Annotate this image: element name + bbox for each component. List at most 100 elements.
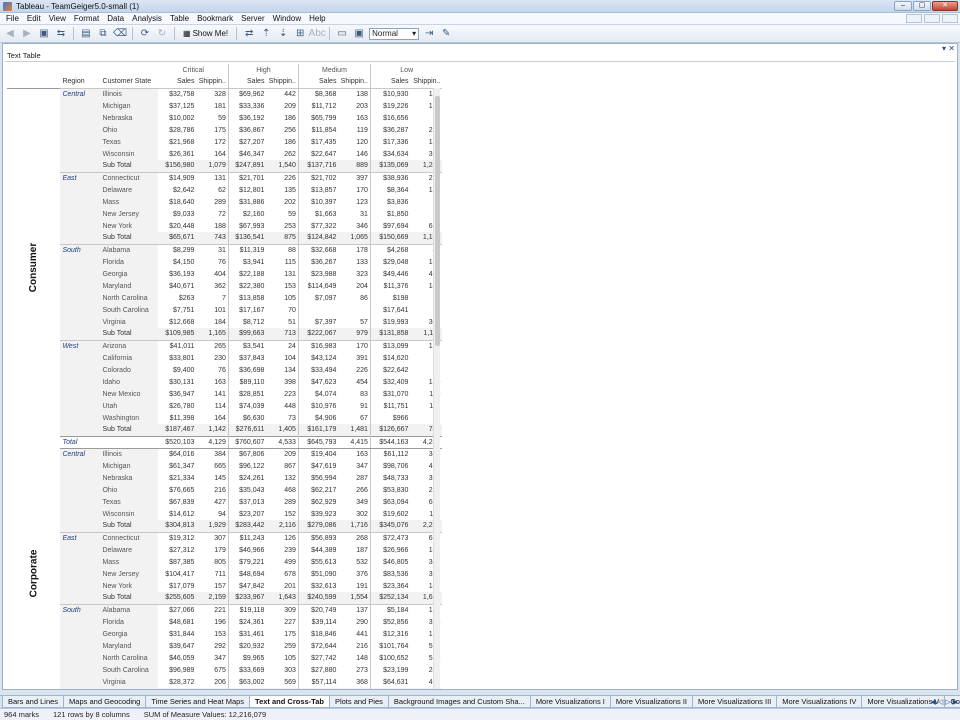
value-cell: 307 bbox=[196, 531, 229, 544]
sales-header: Sales bbox=[297, 76, 339, 88]
subtotal-cell: $156,980 bbox=[158, 160, 197, 172]
show-labels-icon[interactable]: Abc bbox=[309, 27, 326, 41]
vertical-scrollbar[interactable] bbox=[433, 88, 440, 689]
menu-edit[interactable]: Edit bbox=[23, 14, 45, 23]
value-cell: 203 bbox=[356, 102, 368, 110]
connect-data-icon[interactable]: ⇆ bbox=[54, 27, 68, 41]
scrollbar-thumb[interactable] bbox=[435, 96, 440, 346]
subtotal-cell: $65,671 bbox=[158, 232, 197, 244]
save-icon[interactable]: ▣ bbox=[37, 27, 51, 41]
value-cell: $12,668 bbox=[169, 318, 195, 326]
subtotal-cell: $276,611 bbox=[227, 424, 267, 436]
minimize-button[interactable]: – bbox=[894, 1, 912, 11]
automatic-updates-icon[interactable]: ⟳ bbox=[138, 27, 152, 41]
value-cell: $7,397 bbox=[297, 316, 339, 328]
value-cell: $57,114 bbox=[297, 676, 339, 688]
fix-axes-icon[interactable]: ⇥ bbox=[422, 27, 436, 41]
tab-maps-and-geocoding[interactable]: Maps and Geocoding bbox=[63, 696, 147, 708]
pen-icon[interactable]: ✎ bbox=[439, 27, 453, 41]
tab-text-and-cross-tab[interactable]: Text and Cross-Tab bbox=[249, 696, 330, 708]
tab-more-visualizations-3[interactable]: More Visualizations III bbox=[692, 696, 778, 708]
value-cell: $13,857 bbox=[297, 184, 339, 196]
duplicate-sheet-icon[interactable]: ⧉ bbox=[96, 27, 110, 41]
value-cell: 138 bbox=[338, 87, 371, 100]
mdi-restore-button[interactable] bbox=[924, 14, 940, 23]
menu-table[interactable]: Table bbox=[166, 14, 193, 23]
value-cell: $77,322 bbox=[297, 220, 339, 232]
toolbar-separator bbox=[132, 27, 133, 40]
sort-ascending-icon[interactable]: ⇡ bbox=[259, 27, 273, 41]
total-cell: $645,793 bbox=[297, 435, 339, 449]
tab-last-icon[interactable]: ▶ bbox=[953, 698, 958, 706]
value-cell: $41,011 bbox=[158, 339, 197, 352]
tab-background-images[interactable]: Background Images and Custom Sha... bbox=[387, 696, 531, 708]
value-cell: $96,989 bbox=[169, 666, 195, 674]
swap-rows-columns-icon[interactable]: ⇄ bbox=[242, 27, 256, 41]
menu-analysis[interactable]: Analysis bbox=[128, 14, 166, 23]
subtotal-cell: 1,643 bbox=[266, 592, 299, 604]
sort-descending-icon[interactable]: ⇣ bbox=[276, 27, 290, 41]
value-cell: $3,941 bbox=[227, 256, 267, 268]
menu-view[interactable]: View bbox=[45, 14, 70, 23]
value-cell: 62 bbox=[218, 186, 226, 194]
value-cell: $46,347 bbox=[227, 148, 267, 160]
value-cell: 70 bbox=[288, 306, 296, 314]
sheet-options-icon[interactable]: ▾ bbox=[942, 44, 946, 53]
fit-select[interactable]: Normal ▾ bbox=[369, 27, 420, 40]
tab-prev-icon[interactable]: ◁ bbox=[938, 698, 943, 706]
highlight-icon[interactable]: ▭ bbox=[335, 27, 349, 41]
menu-format[interactable]: Format bbox=[70, 14, 103, 23]
mdi-close-button[interactable] bbox=[942, 14, 958, 23]
tab-plots-and-pies[interactable]: Plots and Pies bbox=[328, 696, 389, 708]
tab-time-series-heat-maps[interactable]: Time Series and Heat Maps bbox=[145, 696, 251, 708]
tab-more-visualizations-1[interactable]: More Visualizations I bbox=[529, 696, 611, 708]
menu-help[interactable]: Help bbox=[305, 14, 329, 23]
value-cell: $32,758 bbox=[158, 87, 197, 100]
subtotal-cell: 1,716 bbox=[338, 520, 371, 532]
run-update-icon[interactable]: ↻ bbox=[155, 27, 169, 41]
tab-bars-and-lines[interactable]: Bars and Lines bbox=[2, 696, 65, 708]
clear-sheet-icon[interactable]: ⌫ bbox=[113, 27, 127, 41]
tab-first-icon[interactable]: ◀ bbox=[930, 698, 935, 706]
value-cell: $36,698 bbox=[227, 364, 267, 376]
show-me-button[interactable]: ▦ Show Me! bbox=[180, 27, 231, 41]
value-cell: $114,649 bbox=[297, 280, 339, 292]
menu-data[interactable]: Data bbox=[103, 14, 128, 23]
back-arrow-icon[interactable]: ◀ bbox=[3, 27, 17, 41]
total-cell: $520,103 bbox=[158, 435, 197, 449]
value-cell: 163 bbox=[338, 447, 371, 460]
tab-more-visualizations-4[interactable]: More Visualizations IV bbox=[776, 696, 863, 708]
priority-header: High bbox=[227, 64, 299, 76]
value-cell: 131 bbox=[284, 270, 296, 278]
group-icon[interactable]: ⊞ bbox=[293, 27, 307, 41]
tab-next-icon[interactable]: ▷ bbox=[945, 698, 950, 706]
value-cell: 114 bbox=[214, 402, 226, 410]
menu-window[interactable]: Window bbox=[269, 14, 305, 23]
tab-more-visualizations-2[interactable]: More Visualizations II bbox=[609, 696, 694, 708]
close-button[interactable]: ✕ bbox=[932, 1, 958, 11]
value-cell: 141 bbox=[214, 390, 226, 398]
menu-bar: File Edit View Format Data Analysis Tabl… bbox=[0, 13, 960, 25]
value-cell: 184 bbox=[214, 318, 226, 326]
new-worksheet-icon[interactable]: ▤ bbox=[79, 27, 93, 41]
chevron-down-icon: ▾ bbox=[412, 29, 417, 38]
value-cell: 72 bbox=[218, 210, 226, 218]
subtotal-cell: $222,067 bbox=[297, 328, 339, 340]
subtotal-cell: $279,086 bbox=[297, 520, 339, 532]
value-cell: $46,966 bbox=[227, 544, 267, 556]
sheet-close-icon[interactable]: ✕ bbox=[948, 44, 955, 53]
subtotal-cell: $345,076 bbox=[369, 520, 411, 532]
maximize-button[interactable]: ▢ bbox=[913, 1, 931, 11]
value-cell: 170 bbox=[356, 186, 368, 194]
menu-bookmark[interactable]: Bookmark bbox=[193, 14, 237, 23]
forward-arrow-icon[interactable]: ▶ bbox=[20, 27, 34, 41]
menu-server[interactable]: Server bbox=[237, 14, 269, 23]
value-cell: 88 bbox=[266, 243, 299, 256]
subtotal-cell: 1,165 bbox=[196, 328, 229, 340]
value-cell: 67 bbox=[360, 414, 368, 422]
mdi-minimize-button[interactable] bbox=[906, 14, 922, 23]
state-cell: Georgia bbox=[100, 268, 159, 280]
value-cell: $10,930 bbox=[369, 87, 411, 100]
presentation-icon[interactable]: ▣ bbox=[352, 27, 366, 41]
menu-file[interactable]: File bbox=[2, 14, 23, 23]
